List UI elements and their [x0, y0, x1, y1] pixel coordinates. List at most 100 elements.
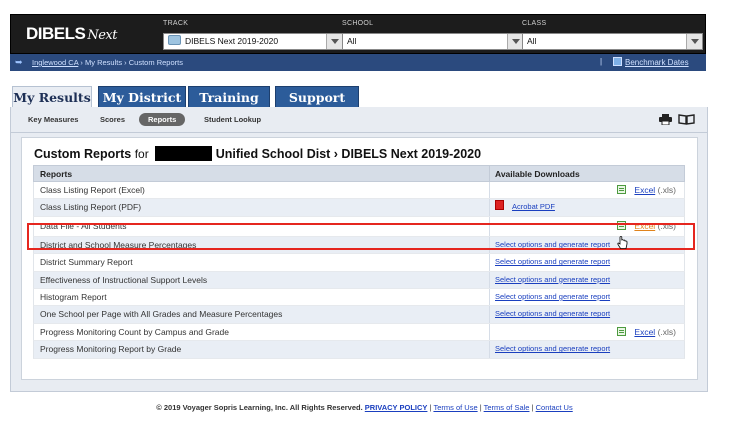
subtab-scores[interactable]: Scores	[100, 113, 125, 126]
class-select[interactable]: All	[522, 33, 703, 50]
table-row: One School per Page with All Grades and …	[33, 306, 685, 324]
tab-training[interactable]: Training	[188, 86, 270, 107]
column-divider	[489, 254, 490, 271]
hand-cursor-icon	[617, 236, 628, 249]
chevron-down-icon[interactable]	[326, 34, 342, 49]
school-label: SCHOOL	[342, 20, 374, 27]
breadcrumb-my-results: My Results	[84, 58, 123, 67]
subtab-student-lookup[interactable]: Student Lookup	[204, 113, 261, 126]
privacy-policy-link[interactable]: PRIVACY POLICY	[365, 403, 428, 412]
chevron-down-icon[interactable]	[686, 34, 702, 49]
redacted-block	[154, 146, 212, 161]
download-cell: Select options and generate report	[495, 272, 610, 288]
school-select[interactable]: All	[342, 33, 524, 50]
report-name: Progress Monitoring Count by Campus and …	[40, 326, 229, 337]
file-ext: (.xls)	[657, 326, 676, 337]
excel-download-link[interactable]: Excel	[634, 185, 655, 195]
breadcrumb-home-link[interactable]: Inglewood CA	[32, 58, 78, 67]
tab-my-district[interactable]: My District	[98, 86, 186, 107]
benchmark-icon	[613, 57, 622, 66]
column-header-reports: Reports	[40, 169, 73, 179]
subtab-divider	[10, 132, 708, 133]
footer-separator: |	[429, 403, 432, 412]
table-row: Class Listing Report (PDF) Acrobat PDF	[33, 199, 685, 217]
report-name: Effectiveness of Instructional Support L…	[40, 274, 208, 285]
column-divider	[489, 288, 490, 306]
footer-separator: |	[531, 403, 534, 412]
download-cell: Excel (.xls)	[617, 182, 676, 198]
generate-report-link[interactable]: Select options and generate report	[495, 309, 610, 318]
generate-report-link[interactable]: Select options and generate report	[495, 257, 610, 266]
title-main: Custom Reports	[34, 147, 132, 161]
breadcrumb: Inglewood CA › My Results › Custom Repor…	[32, 58, 183, 67]
class-label: CLASS	[522, 20, 547, 27]
dibels-logo[interactable]: DIBELS Next	[26, 24, 117, 44]
breadcrumb-arrow-icon: ➥	[15, 57, 23, 67]
column-header-downloads: Available Downloads	[495, 169, 580, 179]
file-ext: (.xls)	[657, 185, 676, 195]
track-value: DIBELS Next 2019-2020	[185, 36, 279, 46]
pdf-download-link[interactable]: Acrobat PDF	[512, 202, 555, 211]
top-header: DIBELS Next TRACK DIBELS Next 2019-2020 S…	[10, 14, 706, 54]
download-cell: Acrobat PDF	[495, 199, 555, 215]
terms-of-sale-link[interactable]: Terms of Sale	[484, 403, 530, 412]
report-name: District Summary Report	[40, 257, 133, 268]
download-cell: Select options and generate report	[495, 289, 610, 305]
benchmark-dates-link[interactable]: Benchmark Dates	[625, 58, 689, 67]
report-name: Class Listing Report (PDF)	[40, 202, 142, 213]
logo-next-text: Next	[87, 28, 117, 43]
generate-report-link[interactable]: Select options and generate report	[495, 344, 610, 353]
excel-icon	[617, 185, 627, 194]
pdf-icon	[495, 200, 504, 211]
title-for: for	[134, 147, 149, 161]
terms-of-use-link[interactable]: Terms of Use	[433, 403, 477, 412]
chevron-down-icon[interactable]	[507, 34, 523, 49]
column-divider	[489, 199, 490, 216]
report-name: Class Listing Report (Excel)	[40, 185, 145, 195]
print-icon[interactable]	[659, 114, 672, 125]
school-value: All	[347, 36, 357, 46]
benchmark-dates[interactable]: Benchmark Dates	[613, 57, 689, 67]
breadcrumb-separator: ›	[80, 58, 83, 67]
column-divider	[489, 166, 490, 182]
download-cell: Select options and generate report	[495, 306, 610, 322]
reports-table: Reports Available Downloads Class Listin…	[33, 165, 685, 359]
report-name: One School per Page with All Grades and …	[40, 309, 283, 320]
download-cell: Excel (.xls)	[617, 324, 676, 340]
footer: © 2019 Voyager Sopris Learning, Inc. All…	[0, 403, 729, 412]
table-header: Reports Available Downloads	[33, 165, 685, 182]
breadcrumb-custom-reports: Custom Reports	[128, 58, 183, 67]
column-divider	[489, 182, 490, 199]
column-divider	[489, 323, 490, 341]
table-row: Histogram Report Select options and gene…	[33, 288, 685, 307]
tab-support[interactable]: Support	[275, 86, 359, 107]
logo-main-text: DIBELS	[26, 24, 86, 43]
breadcrumb-bar: ➥ Inglewood CA › My Results › Custom Rep…	[10, 54, 706, 71]
breadcrumb-divider: |	[600, 57, 603, 66]
download-cell: Select options and generate report	[495, 341, 610, 357]
class-value: All	[527, 36, 537, 46]
breadcrumb-separator: ›	[124, 58, 127, 67]
column-divider	[489, 271, 490, 288]
generate-report-link[interactable]: Select options and generate report	[495, 292, 610, 301]
column-divider	[489, 306, 490, 323]
subtab-reports[interactable]: Reports	[139, 113, 186, 126]
generate-report-link[interactable]: Select options and generate report	[495, 275, 610, 284]
track-label: TRACK	[163, 20, 189, 27]
table-row: District Summary Report Select options a…	[33, 254, 685, 272]
contact-us-link[interactable]: Contact Us	[536, 403, 573, 412]
excel-download-link[interactable]: Excel	[634, 327, 655, 337]
highlight-box	[27, 223, 695, 250]
report-name: Histogram Report	[40, 291, 107, 302]
footer-separator: |	[479, 403, 482, 412]
excel-icon	[617, 326, 627, 336]
track-icon	[168, 35, 181, 45]
download-cell: Select options and generate report	[495, 254, 610, 270]
book-icon[interactable]	[678, 114, 695, 125]
table-row: Class Listing Report (Excel) Excel (.xls…	[33, 182, 685, 200]
tab-my-results[interactable]: My Results	[12, 86, 92, 108]
table-row: Progress Monitoring Report by Grade Sele…	[33, 341, 685, 359]
copyright-text: © 2019 Voyager Sopris Learning, Inc. All…	[156, 403, 363, 412]
track-select[interactable]: DIBELS Next 2019-2020	[163, 33, 343, 50]
subtab-key-measures[interactable]: Key Measures	[28, 113, 78, 126]
